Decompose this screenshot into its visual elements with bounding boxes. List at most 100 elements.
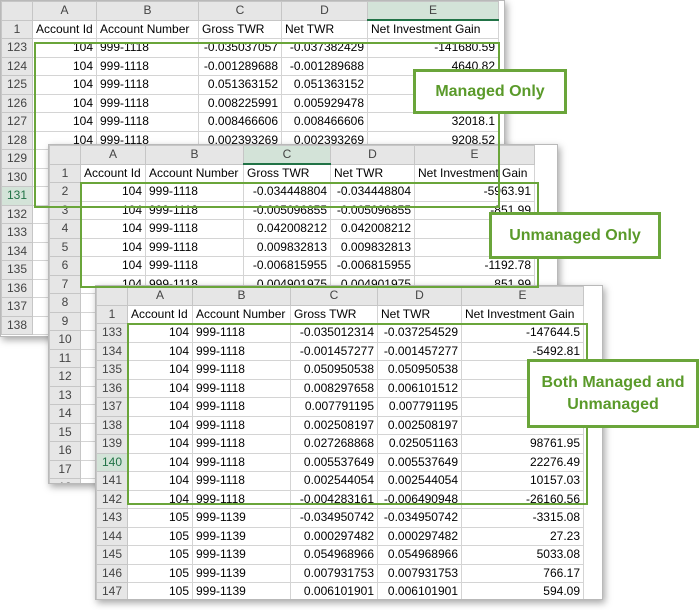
data-cell[interactable]: 104 — [80, 200, 146, 220]
header-cell[interactable]: Gross TWR — [243, 163, 331, 183]
data-cell[interactable]: 98761.95 — [461, 434, 584, 454]
header-cell[interactable]: Gross TWR — [290, 304, 378, 324]
data-cell[interactable]: -0.034950742 — [377, 508, 462, 528]
data-cell[interactable]: 104 — [127, 360, 193, 380]
row-number[interactable]: 5 — [49, 237, 81, 257]
data-cell[interactable]: -0.037382429 — [281, 38, 368, 58]
header-cell[interactable]: Net TWR — [330, 163, 415, 183]
data-cell[interactable]: 999-1139 — [192, 582, 291, 599]
row-number[interactable]: 141 — [96, 471, 128, 491]
column-header-e[interactable]: E — [461, 286, 584, 306]
data-cell[interactable]: 104 — [32, 93, 97, 113]
data-cell[interactable]: -0.006490948 — [377, 489, 462, 509]
data-cell[interactable]: 999-1139 — [192, 545, 291, 565]
row-number[interactable]: 128 — [1, 130, 33, 150]
data-cell[interactable]: 10157.03 — [461, 471, 584, 491]
column-header-c[interactable]: C — [243, 145, 331, 165]
data-cell[interactable]: 0.008225991 — [198, 93, 282, 113]
data-cell[interactable]: 999-1118 — [96, 38, 199, 58]
row-number[interactable]: 138 — [96, 415, 128, 435]
column-header-a[interactable]: A — [32, 1, 97, 21]
data-cell[interactable]: -147644.5 — [461, 323, 584, 343]
column-header-b[interactable]: B — [96, 1, 199, 21]
data-cell[interactable]: 32018.1 — [367, 112, 499, 132]
row-number[interactable]: 138 — [1, 315, 33, 335]
header-cell[interactable]: Account Id — [80, 163, 146, 183]
header-cell[interactable]: Net TWR — [377, 304, 462, 324]
data-cell[interactable]: 0.008466606 — [198, 112, 282, 132]
data-cell[interactable]: 999-1118 — [145, 256, 244, 276]
data-cell[interactable]: 104 — [80, 182, 146, 202]
row-number[interactable]: 136 — [1, 278, 33, 298]
row-number[interactable]: 8 — [49, 293, 81, 313]
data-cell[interactable]: -3315.08 — [461, 508, 584, 528]
data-cell[interactable]: 0.054968966 — [290, 545, 378, 565]
data-cell[interactable]: 0.005929478 — [281, 93, 368, 113]
data-cell[interactable]: -0.034950742 — [290, 508, 378, 528]
header-cell[interactable]: Account Number — [96, 19, 199, 39]
row-number[interactable]: 125 — [1, 75, 33, 95]
data-cell[interactable]: 999-1118 — [145, 237, 244, 257]
data-cell[interactable]: 5033.08 — [461, 545, 584, 565]
row-number[interactable]: 134 — [1, 241, 33, 261]
data-cell[interactable]: 0.002544054 — [377, 471, 462, 491]
data-cell[interactable]: 0.006101901 — [290, 582, 378, 599]
data-cell[interactable]: 0.008466606 — [281, 112, 368, 132]
data-cell[interactable]: -5492.81 — [461, 341, 584, 361]
row-number[interactable]: 1 — [49, 163, 81, 183]
data-cell[interactable]: 0.002544054 — [290, 471, 378, 491]
data-cell[interactable]: 999-1118 — [192, 360, 291, 380]
data-cell[interactable]: 104 — [32, 112, 97, 132]
data-cell[interactable]: 105 — [127, 526, 193, 546]
data-cell[interactable]: -5963.91 — [414, 182, 535, 202]
header-cell[interactable]: Gross TWR — [198, 19, 282, 39]
row-number[interactable]: 131 — [1, 186, 33, 206]
data-cell[interactable]: 999-1118 — [192, 323, 291, 343]
data-cell[interactable]: 104 — [127, 397, 193, 417]
data-cell[interactable]: -0.006815955 — [330, 256, 415, 276]
data-cell[interactable]: -141680.59 — [367, 38, 499, 58]
data-cell[interactable]: 999-1139 — [192, 526, 291, 546]
column-header-e[interactable]: E — [367, 1, 499, 21]
data-cell[interactable]: -0.004283161 — [290, 489, 378, 509]
column-header-b[interactable]: B — [192, 286, 291, 306]
row-number[interactable]: 136 — [96, 378, 128, 398]
row-number[interactable]: 13 — [49, 385, 81, 405]
data-cell[interactable]: 0.050950538 — [290, 360, 378, 380]
data-cell[interactable]: 104 — [127, 471, 193, 491]
row-number[interactable]: 134 — [96, 341, 128, 361]
data-cell[interactable]: 0.000297482 — [290, 526, 378, 546]
data-cell[interactable]: 999-1118 — [192, 434, 291, 454]
data-cell[interactable]: 105 — [127, 563, 193, 583]
data-cell[interactable]: 594.09 — [461, 582, 584, 599]
row-number[interactable]: 124 — [1, 56, 33, 76]
data-cell[interactable]: -0.006815955 — [243, 256, 331, 276]
header-cell[interactable]: Account Id — [127, 304, 193, 324]
data-cell[interactable]: 999-1118 — [96, 56, 199, 76]
row-number[interactable]: 16 — [49, 441, 81, 461]
row-number[interactable]: 133 — [96, 323, 128, 343]
data-cell[interactable]: 0.007791195 — [377, 397, 462, 417]
data-cell[interactable]: -0.034448804 — [243, 182, 331, 202]
row-number[interactable]: 127 — [1, 112, 33, 132]
data-cell[interactable]: -0.034448804 — [330, 182, 415, 202]
data-cell[interactable]: 0.006101901 — [377, 582, 462, 599]
data-cell[interactable]: 104 — [127, 415, 193, 435]
data-cell[interactable]: -0.001289688 — [281, 56, 368, 76]
data-cell[interactable]: -0.037254529 — [377, 323, 462, 343]
data-cell[interactable]: 999-1139 — [192, 563, 291, 583]
data-cell[interactable]: 0.005537649 — [377, 452, 462, 472]
data-cell[interactable]: 104 — [80, 256, 146, 276]
row-number[interactable]: 146 — [96, 563, 128, 583]
row-number[interactable]: 135 — [1, 260, 33, 280]
data-cell[interactable]: 0.051363152 — [198, 75, 282, 95]
row-number[interactable]: 1 — [96, 304, 128, 324]
data-cell[interactable]: 104 — [127, 452, 193, 472]
data-cell[interactable]: 104 — [80, 219, 146, 239]
column-header-a[interactable]: A — [80, 145, 146, 165]
header-cell[interactable]: Net Investment Gain — [461, 304, 584, 324]
header-cell[interactable]: Account Id — [32, 19, 97, 39]
data-cell[interactable]: -0.035037057 — [198, 38, 282, 58]
data-cell[interactable]: 999-1118 — [192, 378, 291, 398]
data-cell[interactable]: 104 — [80, 237, 146, 257]
